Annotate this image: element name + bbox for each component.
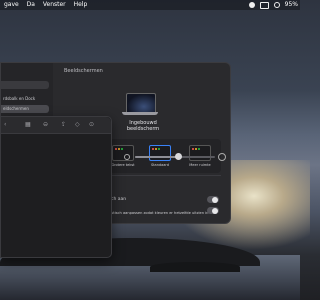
screen-record-icon[interactable] (248, 2, 255, 8)
share-icon[interactable]: ⇪ (61, 121, 66, 129)
auto-brightness-label: ch aan (111, 197, 127, 202)
brightness-low-icon (124, 154, 130, 160)
laptop-screen (126, 93, 156, 113)
resolution-option-larger-text[interactable]: Grotere tekst (111, 145, 135, 167)
menu-item-da[interactable]: Da (27, 1, 35, 8)
brightness-slider[interactable] (135, 153, 215, 160)
brightness-high-icon (218, 153, 226, 161)
chevron-icon[interactable]: ‹ (4, 121, 6, 129)
sidebar-item-0[interactable] (1, 65, 49, 73)
menu-item-help[interactable]: Help (74, 1, 88, 8)
menu-item-gave[interactable]: gave (4, 1, 19, 8)
laptop-base (122, 112, 158, 115)
true-tone-label: utisch aanpassen zodat kleuren er hetzel… (111, 211, 209, 215)
resolution-preview-right (189, 145, 211, 161)
wallpaper-island-small (150, 262, 240, 272)
sidebar-item-displays[interactable]: eldschermen (1, 105, 49, 113)
group-icon[interactable]: ⊖ (43, 121, 48, 129)
menu-item-venster[interactable]: Venster (43, 1, 66, 8)
resolution-label-left: Grotere tekst (111, 163, 135, 167)
resolution-preview-standard (149, 145, 171, 161)
display-icon[interactable] (259, 1, 269, 9)
battery-percentage[interactable]: 95% (285, 0, 298, 10)
slider-fill (135, 156, 179, 158)
sidebar-item-dock[interactable]: rdsbalk en Dock (1, 95, 49, 103)
finder-toolbar: ‹ ▦ ⊖ ⇪ ◇ ⊙ (1, 117, 111, 134)
view-grid-icon[interactable]: ▦ (25, 121, 31, 129)
resolution-preview-left (112, 145, 134, 161)
action-icon[interactable]: ⊙ (89, 121, 94, 129)
resolution-label-more-space: Meer ruimte (189, 163, 211, 167)
finder-window: ‹ ▦ ⊖ ⇪ ◇ ⊙ (0, 116, 112, 258)
true-tone-toggle[interactable] (207, 207, 219, 214)
menu-bar: gave Da Venster Help 95% (0, 0, 300, 10)
laptop-display-icon[interactable] (122, 93, 158, 117)
display-name: Ingebouwd beeldscherm (126, 120, 160, 132)
sidebar-search-field[interactable] (1, 81, 49, 89)
slider-knob[interactable] (175, 153, 182, 160)
window-title: Beeldschermen (64, 68, 103, 74)
divider (109, 175, 221, 176)
auto-brightness-toggle[interactable] (207, 196, 219, 203)
control-center-icon[interactable] (273, 2, 280, 8)
resolution-label-standard: Standaard (150, 163, 170, 167)
tag-icon[interactable]: ◇ (75, 121, 80, 129)
